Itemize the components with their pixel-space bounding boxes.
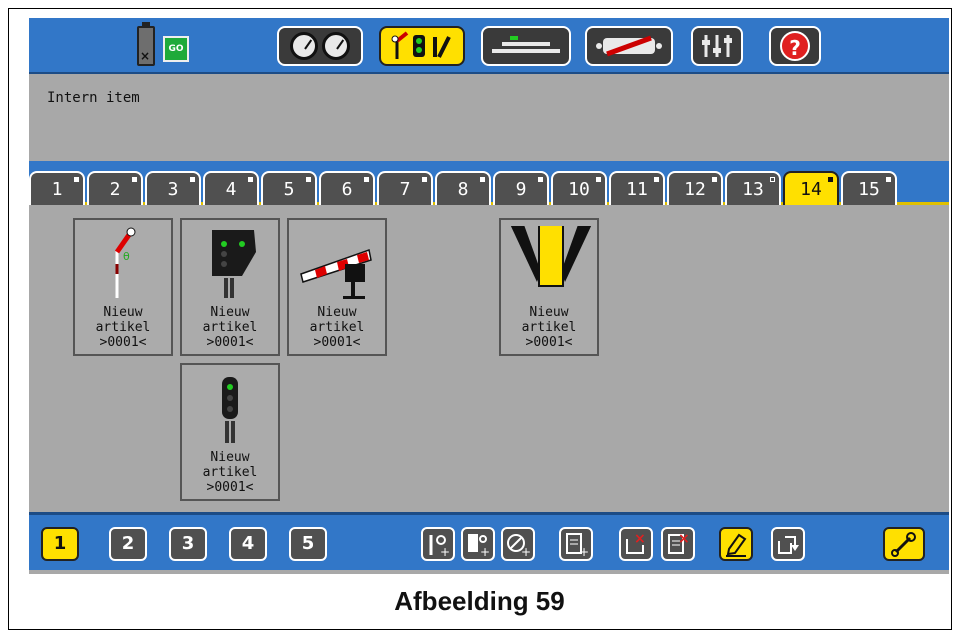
svg-text:×: × xyxy=(634,531,646,547)
help-icon: ? xyxy=(780,31,810,61)
delete-list-icon: × xyxy=(668,531,690,554)
bottom-bar: 1 2 3 4 5 + + + + × × xyxy=(29,512,949,570)
move-icon xyxy=(778,536,799,554)
edit-button[interactable] xyxy=(719,527,753,561)
accessories-button[interactable] xyxy=(379,26,465,66)
gauges-button[interactable] xyxy=(277,26,363,66)
delete-item-icon: × xyxy=(626,531,646,554)
gauge-icon xyxy=(290,32,318,60)
svg-text:+: + xyxy=(521,545,531,557)
item-label: Nieuw artikel >0001< xyxy=(202,305,258,350)
delete-item-button[interactable]: × xyxy=(619,527,653,561)
turnout-icon xyxy=(510,226,592,287)
wrench-icon xyxy=(891,532,916,557)
help-button[interactable]: ? xyxy=(769,26,821,66)
add-list-icon: + xyxy=(566,533,589,557)
tab-11[interactable]: 11 xyxy=(609,171,665,205)
tab-5[interactable]: 5 xyxy=(261,171,317,205)
item-label: Nieuw artikel >0001< xyxy=(202,450,258,495)
item-barrier-gate[interactable]: Nieuw artikel >0001< xyxy=(287,218,387,356)
add-route-icon: + xyxy=(468,534,490,557)
svg-text:+: + xyxy=(579,545,589,557)
barrier-gate-icon xyxy=(300,249,372,299)
item-semaphore-signal[interactable]: θ Nieuw artikel >0001< xyxy=(73,218,173,356)
light-signal-icon xyxy=(222,377,238,443)
sliders-icon xyxy=(702,35,732,57)
device-screen: × GO ? Intern item 1 2 3 4 5 6 7 8 9 10 … xyxy=(29,18,949,574)
figure-caption: Afbeelding 59 xyxy=(394,586,565,616)
tab-1[interactable]: 1 xyxy=(29,171,85,205)
item-turnout[interactable]: Nieuw artikel >0001< xyxy=(499,218,599,356)
item-light-signal-wide[interactable]: Nieuw artikel >0001< xyxy=(180,218,280,356)
signal-icon xyxy=(391,31,451,59)
tab-6[interactable]: 6 xyxy=(319,171,375,205)
page-1-button[interactable]: 1 xyxy=(41,527,79,561)
tab-10[interactable]: 10 xyxy=(551,171,607,205)
tab-strip: 1 2 3 4 5 6 7 8 9 10 11 12 13 14 15 xyxy=(29,161,949,205)
tab-12[interactable]: 12 xyxy=(667,171,723,205)
gauge-icon xyxy=(322,32,350,60)
page-2-button[interactable]: 2 xyxy=(109,527,147,561)
delete-list-button[interactable]: × xyxy=(661,527,695,561)
tab-15[interactable]: 15 xyxy=(841,171,897,205)
page-3-button[interactable]: 3 xyxy=(169,527,207,561)
go-button[interactable]: GO xyxy=(163,36,189,62)
tab-8[interactable]: 8 xyxy=(435,171,491,205)
item-label: Nieuw artikel >0001< xyxy=(521,305,577,350)
tab-9[interactable]: 9 xyxy=(493,171,549,205)
locomotive-icon xyxy=(596,35,662,57)
svg-text:θ: θ xyxy=(123,250,130,263)
add-list-button[interactable]: + xyxy=(559,527,593,561)
top-bar: × GO ? xyxy=(29,18,949,74)
add-route-button[interactable]: + xyxy=(461,527,495,561)
item-label: Nieuw artikel >0001< xyxy=(95,305,151,350)
track-button[interactable] xyxy=(481,26,571,66)
wrench-button[interactable] xyxy=(883,527,925,561)
track-icon xyxy=(492,36,560,53)
page-4-button[interactable]: 4 xyxy=(229,527,267,561)
settings-button[interactable] xyxy=(691,26,743,66)
item-info-text: Intern item xyxy=(47,90,140,106)
svg-text:×: × xyxy=(678,531,690,547)
tab-14[interactable]: 14 xyxy=(783,171,839,205)
semaphore-signal-icon: θ xyxy=(114,227,136,298)
add-accessory-button[interactable]: + xyxy=(501,527,535,561)
tab-2[interactable]: 2 xyxy=(87,171,143,205)
add-signal-icon: + xyxy=(429,535,450,557)
add-accessory-icon: + xyxy=(507,534,531,557)
battery-icon: × xyxy=(137,22,155,66)
svg-text:+: + xyxy=(480,545,490,557)
item-light-signal[interactable]: Nieuw artikel >0001< xyxy=(180,363,280,501)
tab-7[interactable]: 7 xyxy=(377,171,433,205)
item-label: Nieuw artikel >0001< xyxy=(309,305,365,350)
add-signal-button[interactable]: + xyxy=(421,527,455,561)
tab-3[interactable]: 3 xyxy=(145,171,201,205)
locomotive-button[interactable] xyxy=(585,26,673,66)
tab-4[interactable]: 4 xyxy=(203,171,259,205)
edit-icon xyxy=(726,533,747,557)
svg-text:+: + xyxy=(440,545,450,557)
move-button[interactable] xyxy=(771,527,805,561)
tab-13[interactable]: 13 xyxy=(725,171,781,205)
light-signal-icon xyxy=(212,230,256,298)
page-5-button[interactable]: 5 xyxy=(289,527,327,561)
